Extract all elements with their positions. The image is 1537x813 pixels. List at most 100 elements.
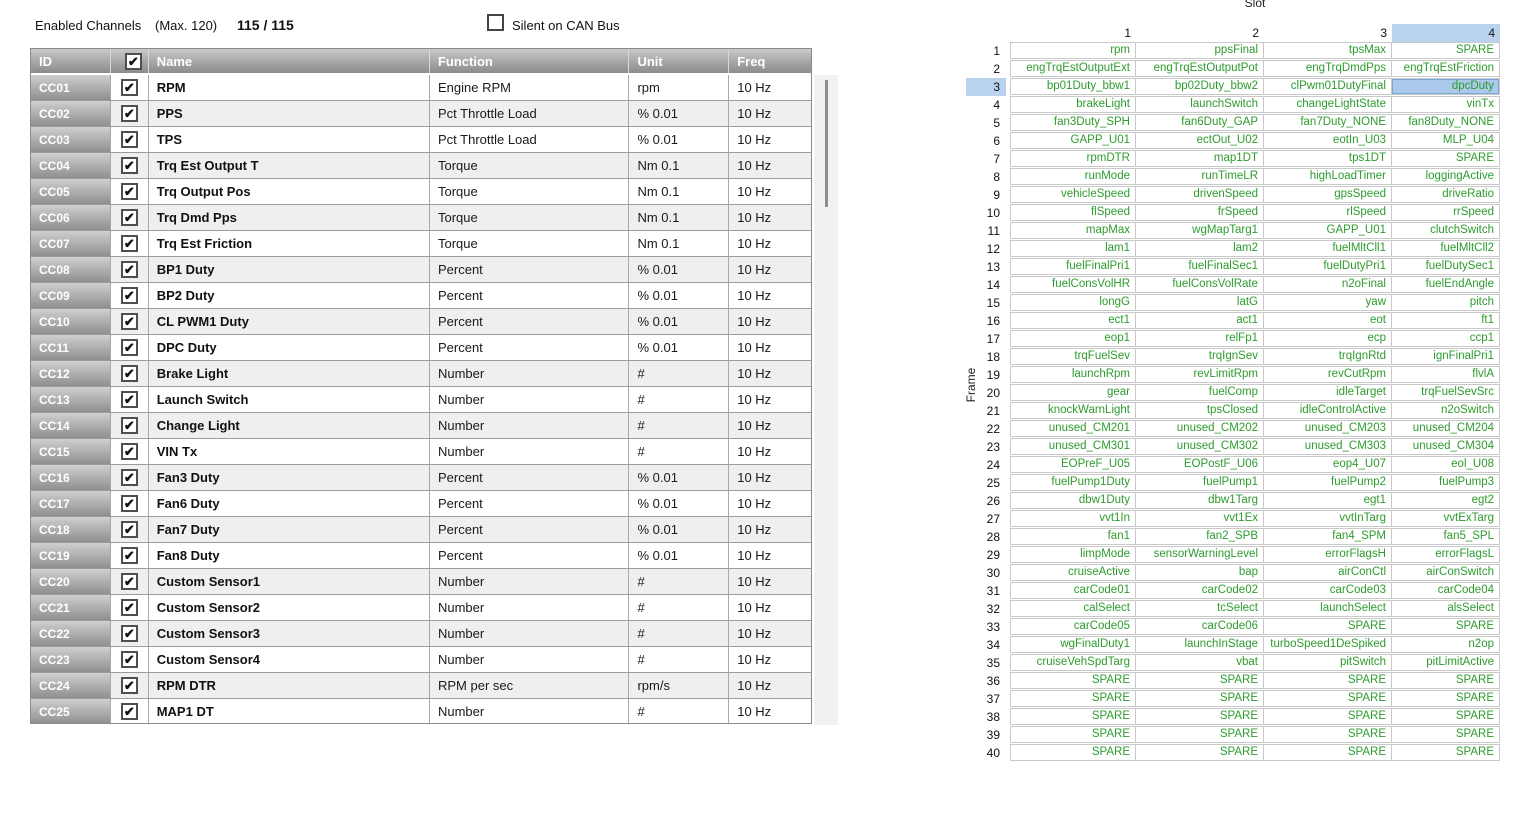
slot-cell-f28-s2[interactable]: fan2_SPB (1136, 529, 1264, 544)
slot-cell-f31-s2[interactable]: carCode02 (1136, 583, 1264, 598)
select-all-checkbox[interactable]: ✔ (125, 53, 142, 70)
channel-enabled-checkbox[interactable]: ✔ (121, 131, 138, 148)
slot-cell-f37-s4[interactable]: SPARE (1392, 691, 1499, 706)
slot-cell-f10-s1[interactable]: flSpeed (1011, 205, 1136, 220)
slot-cell-f39-s1[interactable]: SPARE (1011, 727, 1136, 742)
channel-id-cell[interactable]: CC19 (31, 543, 111, 568)
frame-header-32[interactable]: 32 (966, 600, 1006, 618)
frame-header-7[interactable]: 7 (966, 150, 1006, 168)
frame-header-13[interactable]: 13 (966, 258, 1006, 276)
slot-cell-f27-s3[interactable]: vvtInTarg (1264, 511, 1392, 526)
table-scrollbar-thumb[interactable] (825, 80, 828, 207)
channel-row-CC04[interactable]: CC04✔Trq Est Output TTorqueNm 0.110 Hz (31, 153, 811, 179)
channel-row-CC12[interactable]: CC12✔Brake LightNumber#10 Hz (31, 361, 811, 387)
slot-cell-f26-s2[interactable]: dbw1Targ (1136, 493, 1264, 508)
slot-cell-f3-s2[interactable]: bp02Duty_bbw2 (1136, 79, 1264, 94)
channel-row-CC13[interactable]: CC13✔Launch SwitchNumber#10 Hz (31, 387, 811, 413)
channel-id-cell[interactable]: CC16 (31, 465, 111, 490)
slot-cell-f16-s4[interactable]: ft1 (1392, 313, 1499, 328)
table-scrollbar-track[interactable] (814, 75, 838, 725)
slot-cell-f14-s4[interactable]: fuelEndAngle (1392, 277, 1499, 292)
slot-cell-f36-s1[interactable]: SPARE (1011, 673, 1136, 688)
frame-header-27[interactable]: 27 (966, 510, 1006, 528)
slot-cell-f9-s2[interactable]: drivenSpeed (1136, 187, 1264, 202)
channel-enabled-checkbox[interactable]: ✔ (121, 365, 138, 382)
slot-cell-f31-s3[interactable]: carCode03 (1264, 583, 1392, 598)
slot-cell-f7-s1[interactable]: rpmDTR (1011, 151, 1136, 166)
frame-header-36[interactable]: 36 (966, 672, 1006, 690)
frame-header-2[interactable]: 2 (966, 60, 1006, 78)
slot-cell-f12-s4[interactable]: fuelMltCll2 (1392, 241, 1499, 256)
channel-row-CC14[interactable]: CC14✔Change LightNumber#10 Hz (31, 413, 811, 439)
frame-header-28[interactable]: 28 (966, 528, 1006, 546)
channel-enabled-checkbox[interactable]: ✔ (121, 313, 138, 330)
channel-row-CC19[interactable]: CC19✔Fan8 DutyPercent% 0.0110 Hz (31, 543, 811, 569)
frame-header-14[interactable]: 14 (966, 276, 1006, 294)
slot-cell-f12-s2[interactable]: lam2 (1136, 241, 1264, 256)
channel-enabled-checkbox[interactable]: ✔ (121, 339, 138, 356)
slot-cell-f37-s3[interactable]: SPARE (1264, 691, 1392, 706)
slot-cell-f14-s3[interactable]: n2oFinal (1264, 277, 1392, 292)
slot-cell-f8-s3[interactable]: highLoadTimer (1264, 169, 1392, 184)
slot-cell-f12-s3[interactable]: fuelMltCll1 (1264, 241, 1392, 256)
slot-cell-f37-s1[interactable]: SPARE (1011, 691, 1136, 706)
slot-cell-f24-s3[interactable]: eop4_U07 (1264, 457, 1392, 472)
slot-cell-f29-s4[interactable]: errorFlagsL (1392, 547, 1499, 562)
slot-cell-f26-s1[interactable]: dbw1Duty (1011, 493, 1136, 508)
channel-enabled-checkbox[interactable]: ✔ (121, 391, 138, 408)
channel-id-cell[interactable]: CC20 (31, 569, 111, 594)
slot-cell-f16-s3[interactable]: eot (1264, 313, 1392, 328)
channel-row-CC22[interactable]: CC22✔Custom Sensor3Number#10 Hz (31, 621, 811, 647)
channel-row-CC24[interactable]: CC24✔RPM DTRRPM per secrpm/s10 Hz (31, 673, 811, 699)
slot-cell-f23-s4[interactable]: unused_CM304 (1392, 439, 1499, 454)
channel-id-cell[interactable]: CC02 (31, 101, 111, 126)
slot-cell-f5-s1[interactable]: fan3Duty_SPH (1011, 115, 1136, 130)
slot-cell-f2-s1[interactable]: engTrqEstOutputExt (1011, 61, 1136, 76)
slot-cell-f4-s2[interactable]: launchSwitch (1136, 97, 1264, 112)
slot-cell-f13-s3[interactable]: fuelDutyPri1 (1264, 259, 1392, 274)
channel-enabled-checkbox[interactable]: ✔ (121, 443, 138, 460)
slot-cell-f18-s2[interactable]: trqIgnSev (1136, 349, 1264, 364)
slot-header-4[interactable]: 4 (1392, 24, 1500, 42)
slot-cell-f11-s1[interactable]: mapMax (1011, 223, 1136, 238)
channel-row-CC23[interactable]: CC23✔Custom Sensor4Number#10 Hz (31, 647, 811, 673)
frame-header-8[interactable]: 8 (966, 168, 1006, 186)
channel-id-cell[interactable]: CC11 (31, 335, 111, 360)
frame-header-18[interactable]: 18 (966, 348, 1006, 366)
slot-cell-f27-s2[interactable]: vvt1Ex (1136, 511, 1264, 526)
frame-header-5[interactable]: 5 (966, 114, 1006, 132)
channel-id-cell[interactable]: CC09 (31, 283, 111, 308)
slot-cell-f30-s4[interactable]: airConSwitch (1392, 565, 1499, 580)
channel-enabled-checkbox[interactable]: ✔ (121, 235, 138, 252)
channel-row-CC02[interactable]: CC02✔PPSPct Throttle Load% 0.0110 Hz (31, 101, 811, 127)
slot-cell-f35-s2[interactable]: vbat (1136, 655, 1264, 670)
slot-cell-f15-s3[interactable]: yaw (1264, 295, 1392, 310)
channel-row-CC11[interactable]: CC11✔DPC DutyPercent% 0.0110 Hz (31, 335, 811, 361)
slot-cell-f13-s2[interactable]: fuelFinalSec1 (1136, 259, 1264, 274)
slot-cell-f27-s1[interactable]: vvt1In (1011, 511, 1136, 526)
channel-row-CC20[interactable]: CC20✔Custom Sensor1Number#10 Hz (31, 569, 811, 595)
frame-header-23[interactable]: 23 (966, 438, 1006, 456)
channel-id-cell[interactable]: CC05 (31, 179, 111, 204)
channel-row-CC06[interactable]: CC06✔Trq Dmd PpsTorqueNm 0.110 Hz (31, 205, 811, 231)
slot-cell-f40-s4[interactable]: SPARE (1392, 745, 1499, 760)
channel-enabled-checkbox[interactable]: ✔ (121, 599, 138, 616)
slot-cell-f25-s1[interactable]: fuelPump1Duty (1011, 475, 1136, 490)
slot-cell-f1-s2[interactable]: ppsFinal (1136, 43, 1264, 58)
channel-id-cell[interactable]: CC13 (31, 387, 111, 412)
slot-cell-f4-s4[interactable]: vinTx (1392, 97, 1499, 112)
slot-cell-f4-s1[interactable]: brakeLight (1011, 97, 1136, 112)
slot-cell-f29-s2[interactable]: sensorWarningLevel (1136, 547, 1264, 562)
channel-row-CC08[interactable]: CC08✔BP1 DutyPercent% 0.0110 Hz (31, 257, 811, 283)
channel-id-cell[interactable]: CC14 (31, 413, 111, 438)
channel-row-CC17[interactable]: CC17✔Fan6 DutyPercent% 0.0110 Hz (31, 491, 811, 517)
slot-cell-f1-s1[interactable]: rpm (1011, 43, 1136, 58)
slot-cell-f7-s2[interactable]: map1DT (1136, 151, 1264, 166)
frame-header-3[interactable]: 3 (966, 78, 1006, 96)
slot-cell-f13-s4[interactable]: fuelDutySec1 (1392, 259, 1499, 274)
slot-cell-f6-s1[interactable]: GAPP_U01 (1011, 133, 1136, 148)
channel-enabled-checkbox[interactable]: ✔ (121, 625, 138, 642)
slot-cell-f36-s2[interactable]: SPARE (1136, 673, 1264, 688)
slot-cell-f24-s1[interactable]: EOPreF_U05 (1011, 457, 1136, 472)
frame-header-38[interactable]: 38 (966, 708, 1006, 726)
